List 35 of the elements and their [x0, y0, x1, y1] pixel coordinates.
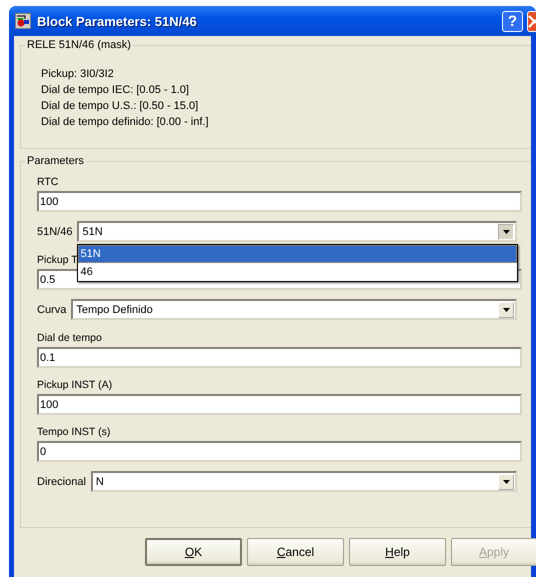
field-label: Curva: [37, 304, 66, 316]
help-button[interactable]: ?: [502, 10, 523, 32]
caret-icon: [502, 308, 510, 312]
field-label: Direcional: [37, 476, 86, 488]
dialog-button[interactable]: OK: [145, 538, 242, 566]
dropdown-arrow-button[interactable]: [498, 474, 514, 490]
block-diagram-icon: [15, 13, 31, 29]
group-title: RELE 51N/46 (mask): [25, 39, 133, 51]
group-title: Parameters: [25, 155, 86, 167]
dropdown-arrow-button[interactable]: [498, 302, 514, 318]
list-item[interactable]: 51N: [78, 245, 517, 263]
input-field[interactable]: 0.1: [37, 347, 522, 368]
caret-icon: [502, 230, 510, 234]
dialog-button[interactable]: Cancel: [247, 538, 344, 566]
field-label: Tempo INST (s): [37, 425, 110, 440]
description-text: Dial de tempo definido: [0.00 - inf.]: [41, 115, 210, 130]
description-text: Dial de tempo IEC: [0.05 - 1.0]: [41, 83, 190, 98]
description-text: Pickup: 3I0/3I2: [41, 67, 115, 82]
dropdown-arrow-button[interactable]: [498, 224, 514, 240]
window-title: Block Parameters: 51N/46: [37, 14, 198, 28]
field-label: 51N/46: [37, 226, 72, 238]
close-button[interactable]: [527, 10, 536, 32]
dialog-button[interactable]: Help: [349, 538, 446, 566]
field-label: Pickup T: [37, 253, 78, 268]
field-label: RTC: [37, 175, 58, 190]
dropdown[interactable]: N: [90, 471, 517, 492]
dropdown[interactable]: Tempo Definido: [71, 299, 517, 320]
input-field[interactable]: 100: [37, 394, 522, 415]
field-label: Dial de tempo: [37, 331, 102, 346]
input-field[interactable]: 0: [37, 441, 522, 462]
description-text: Dial de tempo U.S.: [0.50 - 15.0]: [41, 99, 200, 114]
field-label: Pickup INST (A): [37, 378, 112, 393]
caret-icon: [502, 480, 510, 484]
list-item[interactable]: 46: [78, 263, 517, 281]
input-field[interactable]: 100: [37, 191, 522, 212]
